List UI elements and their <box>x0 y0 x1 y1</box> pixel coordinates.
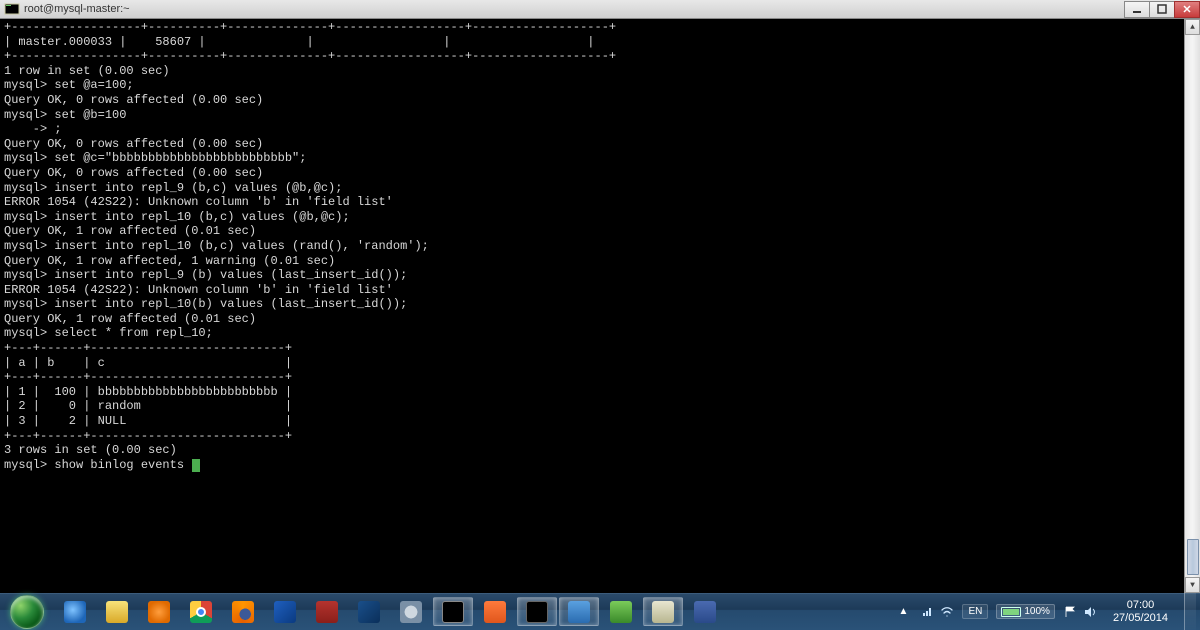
terminal-line: Query OK, 1 row affected, 1 warning (0.0… <box>4 254 1196 269</box>
firefox-icon <box>232 601 254 623</box>
tray-icons-2 <box>1063 605 1097 619</box>
network-icon[interactable] <box>920 605 934 619</box>
clock-time: 07:00 <box>1113 599 1168 612</box>
system-tray: ▲ EN 100% 07:00 27/05/2014 <box>885 593 1200 630</box>
putty-icon <box>4 1 20 17</box>
internet-explorer-icon <box>64 601 86 623</box>
terminal-line: | 1 | 100 | bbbbbbbbbbbbbbbbbbbbbbbbb | <box>4 385 1196 400</box>
terminal-line: +---+------+---------------------------+ <box>4 341 1196 356</box>
window-title: root@mysql-master:~ <box>24 3 1125 15</box>
window-titlebar: root@mysql-master:~ <box>0 0 1200 19</box>
minimize-button[interactable] <box>1124 1 1150 18</box>
virtualbox-icon <box>358 601 380 623</box>
maximize-button[interactable] <box>1149 1 1175 18</box>
terminal-line: | 2 | 0 | random | <box>4 399 1196 414</box>
scroll-down-arrow[interactable]: ▼ <box>1185 577 1200 593</box>
taskbar-items <box>54 593 726 630</box>
battery-indicator[interactable]: 100% <box>996 604 1055 619</box>
show-desktop-button[interactable] <box>1184 593 1196 630</box>
terminal-line: mysql> insert into repl_10 (b,c) values … <box>4 239 1196 254</box>
tray-overflow-chevron-icon[interactable]: ▲ <box>895 606 913 617</box>
putty-icon <box>652 601 674 623</box>
terminal-line: +------------------+----------+---------… <box>4 49 1196 64</box>
scroll-up-arrow[interactable]: ▲ <box>1185 19 1200 35</box>
wifi-icon[interactable] <box>940 605 954 619</box>
adobe-reader-icon <box>316 601 338 623</box>
tray-icons <box>920 605 954 619</box>
vertical-scrollbar[interactable]: ▲ ▼ <box>1184 19 1200 593</box>
taskbar-item-putty[interactable] <box>643 597 683 626</box>
battery-percent: 100% <box>1024 606 1050 617</box>
terminal-line: +------------------+----------+---------… <box>4 20 1196 35</box>
windows-orb-icon <box>10 595 44 629</box>
taskbar-item-adobe-reader[interactable] <box>307 597 347 626</box>
flag-icon[interactable] <box>1063 605 1077 619</box>
vault-icon <box>400 601 422 623</box>
clock-date: 27/05/2014 <box>1113 612 1168 625</box>
taskbar-item-chrome[interactable] <box>181 597 221 626</box>
save-app-icon <box>694 601 716 623</box>
battery-icon <box>1001 607 1021 617</box>
terminal-line: mysql> show binlog events <box>4 458 1196 473</box>
taskbar-item-firefox[interactable] <box>223 597 263 626</box>
scroll-thumb[interactable] <box>1187 539 1199 575</box>
terminal-line: | 3 | 2 | NULL | <box>4 414 1196 429</box>
taskbar-item-windows-media-player[interactable] <box>139 597 179 626</box>
terminal-line: | master.000033 | 58607 | | | | <box>4 35 1196 50</box>
terminal-line: Query OK, 0 rows affected (0.00 sec) <box>4 137 1196 152</box>
file-explorer-icon <box>106 601 128 623</box>
taskbar-item-util-orange[interactable] <box>475 597 515 626</box>
terminal-line: mysql> select * from repl_10; <box>4 326 1196 341</box>
taskbar-item-virtualbox[interactable] <box>349 597 389 626</box>
language-indicator[interactable]: EN <box>962 604 988 619</box>
terminal-line: +---+------+---------------------------+ <box>4 429 1196 444</box>
terminal-line: ERROR 1054 (42S22): Unknown column 'b' i… <box>4 195 1196 210</box>
terminal-line: -> ; <box>4 122 1196 137</box>
terminal-line: mysql> insert into repl_9 (b) values (la… <box>4 268 1196 283</box>
taskbar-item-save-app[interactable] <box>685 597 725 626</box>
terminal-line: 1 row in set (0.00 sec) <box>4 64 1196 79</box>
taskbar-item-app-green[interactable] <box>601 597 641 626</box>
terminal-line: +---+------+---------------------------+ <box>4 370 1196 385</box>
cmd-icon <box>526 601 548 623</box>
taskbar-item-app-blue[interactable] <box>559 597 599 626</box>
taskbar-item-vault[interactable] <box>391 597 431 626</box>
terminal-line: mysql> insert into repl_10(b) values (la… <box>4 297 1196 312</box>
util-orange-icon <box>484 601 506 623</box>
chrome-icon <box>190 601 212 623</box>
volume-icon[interactable] <box>1083 605 1097 619</box>
cursor <box>192 459 200 472</box>
terminal-line: mysql> set @c="bbbbbbbbbbbbbbbbbbbbbbbbb… <box>4 151 1196 166</box>
terminal-line: 3 rows in set (0.00 sec) <box>4 443 1196 458</box>
terminal-line: Query OK, 0 rows affected (0.00 sec) <box>4 166 1196 181</box>
taskbar-item-file-explorer[interactable] <box>97 597 137 626</box>
taskbar-item-terminal-1[interactable] <box>433 597 473 626</box>
terminal-line: Query OK, 1 row affected (0.01 sec) <box>4 224 1196 239</box>
taskbar-item-thunderbird[interactable] <box>265 597 305 626</box>
thunderbird-icon <box>274 601 296 623</box>
terminal-line: Query OK, 0 rows affected (0.00 sec) <box>4 93 1196 108</box>
terminal-line: ERROR 1054 (42S22): Unknown column 'b' i… <box>4 283 1196 298</box>
terminal-line: mysql> insert into repl_10 (b,c) values … <box>4 210 1196 225</box>
terminal-1-icon <box>442 601 464 623</box>
terminal-line: | a | b | c | <box>4 356 1196 371</box>
terminal-line: mysql> set @a=100; <box>4 78 1196 93</box>
windows-taskbar: ▲ EN 100% 07:00 27/05/2014 <box>0 593 1200 630</box>
terminal-line: Query OK, 1 row affected (0.01 sec) <box>4 312 1196 327</box>
clock[interactable]: 07:00 27/05/2014 <box>1105 599 1176 625</box>
terminal-line: mysql> insert into repl_9 (b,c) values (… <box>4 181 1196 196</box>
taskbar-item-cmd[interactable] <box>517 597 557 626</box>
app-green-icon <box>610 601 632 623</box>
app-blue-icon <box>568 601 590 623</box>
start-button[interactable] <box>0 593 54 630</box>
close-button[interactable] <box>1174 1 1200 18</box>
terminal-output[interactable]: +------------------+----------+---------… <box>0 19 1200 593</box>
terminal-line: mysql> set @b=100 <box>4 108 1196 123</box>
windows-media-player-icon <box>148 601 170 623</box>
taskbar-item-internet-explorer[interactable] <box>55 597 95 626</box>
